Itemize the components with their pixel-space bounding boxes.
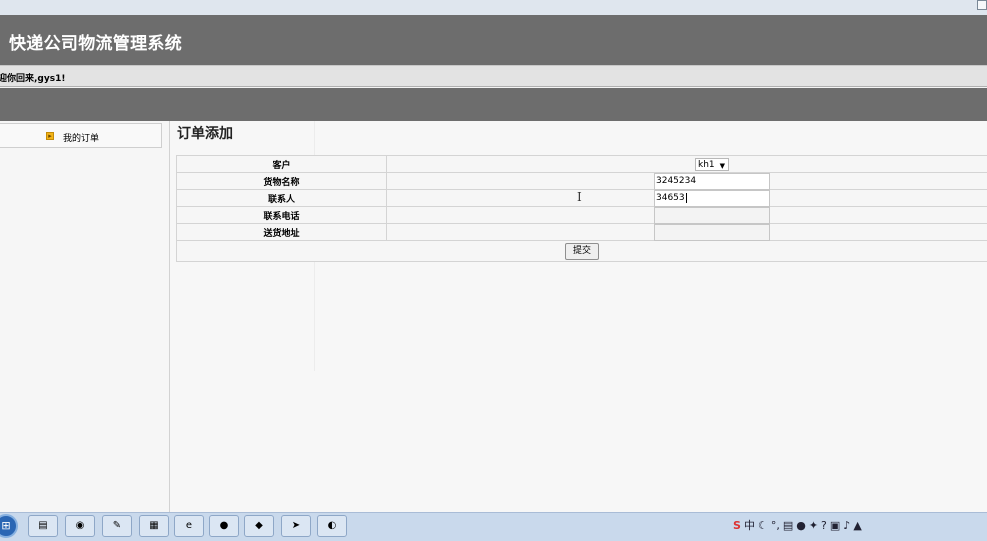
customer-cell: kh1 ▼ xyxy=(386,155,987,173)
system-tray: S 中 ☾ °, ▤ ● ✦? ▣ ♪ ▲ xyxy=(733,515,987,537)
app-header: 快递公司物流管理系统 xyxy=(0,15,987,65)
explorer-icon[interactable]: ▤ xyxy=(28,515,58,537)
goods-name-input[interactable]: 3245234 xyxy=(654,173,770,190)
page-title: 订单添加 xyxy=(177,126,233,142)
address-cell xyxy=(386,223,987,241)
welcome-bar: 迎你回来,gys1! xyxy=(0,65,987,87)
paint-icon[interactable]: ✎ xyxy=(102,515,132,537)
form-row-goods-name: 货物名称 3245234 xyxy=(176,172,987,190)
eclipse-icon[interactable]: ◐ xyxy=(317,515,347,537)
form-row-submit: 提交 xyxy=(176,240,987,262)
ie-icon[interactable]: e xyxy=(174,515,204,537)
network-icon[interactable]: ▣ xyxy=(830,519,840,532)
customer-select[interactable]: kh1 ▼ xyxy=(695,158,729,171)
windows-start-icon[interactable]: ⊞ xyxy=(0,514,18,538)
dropdown-arrow-icon: ▼ xyxy=(719,162,725,170)
sogou-ime-icon[interactable]: S xyxy=(733,519,741,532)
help-icon[interactable]: ? xyxy=(821,519,827,532)
media-player-icon[interactable]: ◉ xyxy=(65,515,95,537)
notepad-icon[interactable]: ▦ xyxy=(139,515,169,537)
window-top-strip xyxy=(0,0,987,15)
goods-name-cell: 3245234 xyxy=(386,172,987,190)
keyboard-icon[interactable]: ▤ xyxy=(783,519,793,532)
form-row-contact: 联系人 I 34653 xyxy=(176,189,987,207)
contact-cell: I 34653 xyxy=(386,189,987,207)
submit-button[interactable]: 提交 xyxy=(564,243,599,260)
address-input[interactable] xyxy=(654,224,770,241)
tools-icon[interactable]: ✦ xyxy=(809,519,818,532)
customer-label: 客户 xyxy=(176,155,387,173)
welcome-text: 迎你回来,gys1! xyxy=(0,74,66,84)
volume-icon[interactable]: ♪ xyxy=(843,519,850,532)
window-restore-icon[interactable] xyxy=(977,0,987,10)
phone-cell xyxy=(386,206,987,224)
form-row-phone: 联系电话 xyxy=(176,206,987,224)
app-tray-icon[interactable]: ▲ xyxy=(853,519,861,532)
sidebar-item-label: 我的订单 xyxy=(63,134,100,144)
main-content: 订单添加 客户 kh1 ▼ 货物名称 3245234 联系人 I 34653 联… xyxy=(170,121,987,512)
contact-input-value: 34653 xyxy=(656,193,685,203)
sidebar: ▸ 我的订单 xyxy=(0,121,170,512)
arrow-app-icon[interactable]: ➤ xyxy=(281,515,311,537)
nav-bar xyxy=(0,88,987,121)
moon-icon[interactable]: ☾ xyxy=(758,519,768,532)
taskbar: ⊞ ▤ ◉ ✎ ▦ e ● ◆ ➤ ◐ S 中 ☾ °, ▤ ● ✦? ▣ ♪ ▲ xyxy=(0,512,987,541)
punctuation-icon[interactable]: °, xyxy=(771,519,780,532)
arrow-right-icon: ▸ xyxy=(46,132,54,140)
text-cursor-icon: I xyxy=(577,190,582,204)
form-row-address: 送货地址 xyxy=(176,223,987,241)
contact-label: 联系人 xyxy=(176,189,387,207)
customer-select-value: kh1 xyxy=(698,160,715,170)
app-title: 快递公司物流管理系统 xyxy=(9,34,182,54)
form-row-customer: 客户 kh1 ▼ xyxy=(176,155,987,173)
user-icon[interactable]: ● xyxy=(796,519,806,532)
chinese-mode-icon[interactable]: 中 xyxy=(744,519,755,532)
app-icon[interactable]: ◆ xyxy=(244,515,274,537)
phone-label: 联系电话 xyxy=(176,206,387,224)
phone-input[interactable] xyxy=(654,207,770,224)
firefox-icon[interactable]: ● xyxy=(209,515,239,537)
text-caret xyxy=(685,192,687,203)
sidebar-item-my-orders[interactable]: ▸ 我的订单 xyxy=(0,123,162,148)
contact-input[interactable]: 34653 xyxy=(654,190,770,207)
submit-cell: 提交 xyxy=(176,240,987,262)
order-form: 客户 kh1 ▼ 货物名称 3245234 联系人 I 34653 联系电话 送… xyxy=(176,155,987,262)
address-label: 送货地址 xyxy=(176,223,387,241)
goods-name-label: 货物名称 xyxy=(176,172,387,190)
